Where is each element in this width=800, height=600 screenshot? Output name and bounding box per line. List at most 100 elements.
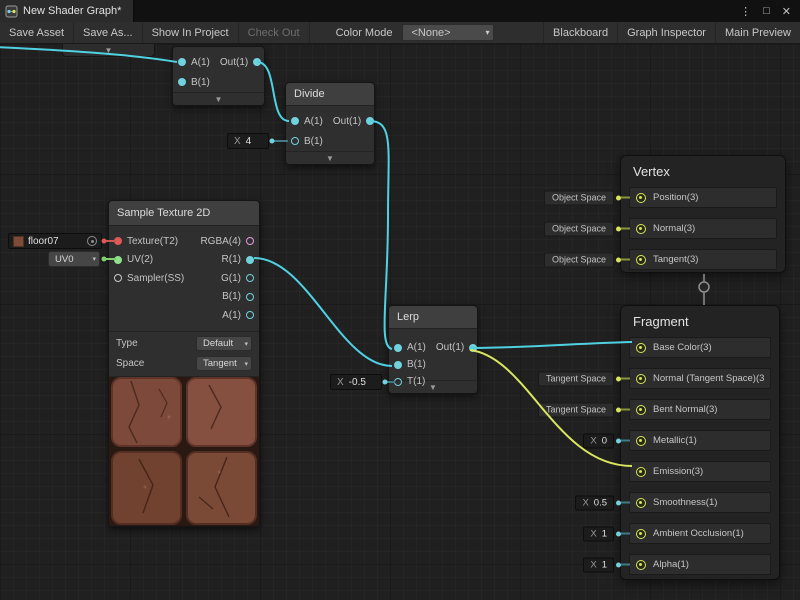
smoothness-value-field[interactable]: X0.5 xyxy=(575,495,614,510)
node-collapse-chevron[interactable]: ▼ xyxy=(173,92,264,105)
node-title[interactable]: Lerp xyxy=(389,306,477,329)
chevron-down-icon: ▼ xyxy=(326,154,334,163)
node-title[interactable]: Divide xyxy=(286,83,374,106)
vertex-row-normal[interactable]: Object Space Normal(3) xyxy=(629,218,777,239)
graph-inspector-toggle-button[interactable]: Graph Inspector xyxy=(617,22,715,43)
graph-toolbar: Save Asset Save As... Show In Project Ch… xyxy=(0,22,800,44)
port-normal[interactable] xyxy=(636,224,646,234)
texture-object-field[interactable]: floor07 xyxy=(8,233,102,249)
input-port-a[interactable] xyxy=(178,58,186,66)
space-dropdown[interactable]: Tangent▾ xyxy=(196,356,252,371)
space-dropdown[interactable]: Object Space xyxy=(544,190,614,205)
output-port-r[interactable] xyxy=(246,256,254,264)
input-port-b[interactable] xyxy=(178,78,186,86)
save-as-button[interactable]: Save As... xyxy=(74,22,143,43)
space-value: Object Space xyxy=(552,255,606,265)
row-label: Position(3) xyxy=(653,192,698,203)
window-menu-icon[interactable]: ⋮ xyxy=(740,5,751,18)
show-in-project-button[interactable]: Show In Project xyxy=(143,22,239,43)
field-value[interactable]: 0 xyxy=(602,435,607,446)
port-label: A(1) xyxy=(222,310,241,321)
wire-sample-r-to-lerp[interactable] xyxy=(254,258,392,366)
field-value[interactable]: 0.5 xyxy=(594,497,607,508)
space-dropdown[interactable]: Tangent Space xyxy=(538,402,614,417)
port-position[interactable] xyxy=(636,193,646,203)
space-value: Tangent xyxy=(203,358,237,369)
port-normal-tangent-space[interactable] xyxy=(636,374,646,384)
row-label: Tangent(3) xyxy=(653,254,698,265)
port-ambient-occlusion[interactable] xyxy=(636,529,646,539)
field-value[interactable]: -0.5 xyxy=(349,377,366,388)
space-dropdown[interactable]: Object Space xyxy=(544,221,614,236)
output-port-rgba[interactable] xyxy=(246,237,254,245)
fragment-row-emission[interactable]: Emission(3) xyxy=(629,461,771,482)
fragment-row-metallic[interactable]: X0 Metallic(1) xyxy=(629,430,771,451)
vertex-row-tangent[interactable]: Object Space Tangent(3) xyxy=(629,249,777,270)
node-partial-top[interactable]: A(1) B(1) Out(1) ▼ xyxy=(172,46,265,106)
input-port-t[interactable] xyxy=(394,378,402,386)
maximize-icon[interactable]: □ xyxy=(763,5,770,17)
input-port-sampler[interactable] xyxy=(114,274,122,282)
node-collapse-chevron[interactable]: ▼ xyxy=(286,151,374,164)
save-asset-button[interactable]: Save Asset xyxy=(0,22,74,43)
node-lerp[interactable]: Lerp A(1) B(1) T(1) Out(1) ▼ xyxy=(388,305,478,394)
graph-canvas[interactable]: ▼ A(1) B(1) Out(1) ▼ Divide A(1) B(1) Ou… xyxy=(0,44,800,600)
wire-lerp-to-basecolor[interactable] xyxy=(470,342,632,348)
port-smoothness[interactable] xyxy=(636,498,646,508)
fragment-row-alpha[interactable]: X1 Alpha(1) xyxy=(629,554,771,575)
lerp-t-value-field[interactable]: X -0.5 xyxy=(330,374,382,390)
node-sample-texture-2d[interactable]: Sample Texture 2D Texture(T2) UV(2) Samp… xyxy=(108,200,260,527)
output-port-a[interactable] xyxy=(246,311,254,319)
port-metallic[interactable] xyxy=(636,436,646,446)
input-port-b[interactable] xyxy=(291,137,299,145)
blackboard-toggle-button[interactable]: Blackboard xyxy=(543,22,617,43)
fragment-row-ambient-occlusion[interactable]: X1 Ambient Occlusion(1) xyxy=(629,523,771,544)
vertex-row-position[interactable]: Object Space Position(3) xyxy=(629,187,777,208)
field-value[interactable]: 4 xyxy=(246,136,252,147)
collapsed-node-edge[interactable]: ▼ xyxy=(62,44,155,57)
main-preview-toggle-button[interactable]: Main Preview xyxy=(715,22,800,43)
space-dropdown[interactable]: Tangent Space xyxy=(538,371,614,386)
port-tangent[interactable] xyxy=(636,255,646,265)
input-port-a[interactable] xyxy=(394,344,402,352)
field-value[interactable]: 1 xyxy=(602,559,607,570)
input-port-b[interactable] xyxy=(394,361,402,369)
field-value[interactable]: 1 xyxy=(602,528,607,539)
type-dropdown[interactable]: Default▾ xyxy=(196,336,252,351)
fragment-row-bent-normal[interactable]: Tangent Space Bent Normal(3) xyxy=(629,399,771,420)
field-axis-label: X xyxy=(590,559,596,570)
vertex-block[interactable]: Vertex Object Space Position(3) Object S… xyxy=(620,155,786,273)
port-emission[interactable] xyxy=(636,467,646,477)
output-port-g[interactable] xyxy=(246,274,254,282)
chevron-down-icon: ▾ xyxy=(485,28,489,37)
input-port-a[interactable] xyxy=(291,117,299,125)
node-title[interactable]: Sample Texture 2D xyxy=(109,201,259,226)
port-alpha[interactable] xyxy=(636,560,646,570)
block-connector-handle[interactable] xyxy=(699,282,709,292)
chevron-down-icon: ▾ xyxy=(244,338,248,351)
port-label: B(1) xyxy=(304,136,323,147)
node-divide[interactable]: Divide A(1) B(1) Out(1) ▼ xyxy=(285,82,375,165)
output-port-b[interactable] xyxy=(246,293,254,301)
close-icon[interactable]: ✕ xyxy=(782,5,791,18)
metallic-value-field[interactable]: X0 xyxy=(583,433,614,448)
port-label: A(1) xyxy=(304,116,323,127)
fragment-row-base-color[interactable]: Base Color(3) xyxy=(629,337,771,358)
tab-title: New Shader Graph* xyxy=(23,5,121,17)
port-bent-normal[interactable] xyxy=(636,405,646,415)
fragment-row-normal[interactable]: Tangent Space Normal (Tangent Space)(3) xyxy=(629,368,771,389)
row-label: Alpha(1) xyxy=(653,559,689,570)
fragment-row-smoothness[interactable]: X0.5 Smoothness(1) xyxy=(629,492,771,513)
port-base-color[interactable] xyxy=(636,343,646,353)
divide-b-value-field[interactable]: X 4 xyxy=(227,133,269,149)
color-mode-dropdown[interactable]: <None> ▾ xyxy=(402,24,494,41)
field-axis-label: X xyxy=(234,136,241,147)
port-label: B(1) xyxy=(222,291,241,302)
fragment-block[interactable]: Fragment Base Color(3) Tangent Space Nor… xyxy=(620,305,780,580)
alpha-value-field[interactable]: X1 xyxy=(583,557,614,572)
object-picker-icon[interactable] xyxy=(87,236,97,246)
space-dropdown[interactable]: Object Space xyxy=(544,252,614,267)
ambient-occlusion-value-field[interactable]: X1 xyxy=(583,526,614,541)
uv-channel-dropdown[interactable]: UV0 ▾ xyxy=(48,251,100,267)
document-tab[interactable]: New Shader Graph* xyxy=(0,0,134,22)
